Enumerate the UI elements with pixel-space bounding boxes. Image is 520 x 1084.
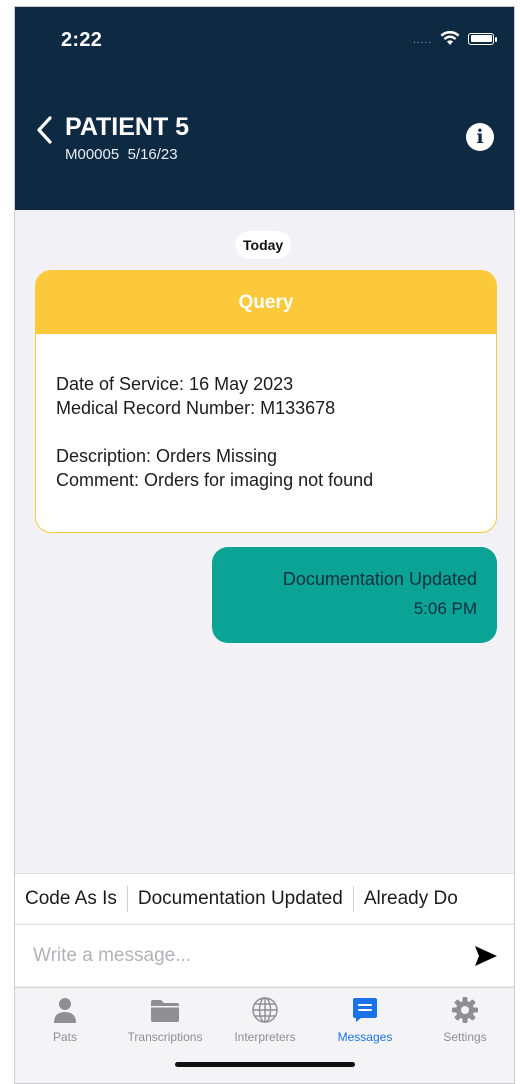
date-of-service: Date of Service: 16 May 2023: [56, 374, 294, 394]
patient-meta: M00005 5/16/23: [65, 146, 178, 163]
tab-label: Transcriptions: [127, 1030, 203, 1044]
conversation-header: 2:22 ..... PATIENT 5 M00005 5/16/23 i: [15, 7, 514, 210]
gear-icon: [452, 997, 478, 1023]
send-icon[interactable]: [474, 945, 498, 967]
tab-settings[interactable]: Settings: [415, 996, 514, 1044]
quick-reply-code-as-is[interactable]: Code As Is: [15, 885, 128, 912]
quick-reply-documentation-updated[interactable]: Documentation Updated: [128, 885, 354, 912]
person-icon: [54, 998, 76, 1023]
home-indicator: [175, 1062, 355, 1067]
quick-replies: Code As Is Documentation Updated Already…: [15, 873, 514, 923]
phone-screen: 2:22 ..... PATIENT 5 M00005 5/16/23 i To…: [14, 6, 515, 1084]
back-chevron-icon[interactable]: [35, 115, 55, 145]
tab-transcriptions[interactable]: Transcriptions: [115, 996, 215, 1044]
status-time: 2:22: [61, 29, 103, 51]
query-comment: Comment: Orders for imaging not found: [56, 470, 374, 490]
day-divider: Today: [235, 231, 292, 259]
tab-pats[interactable]: Pats: [15, 996, 115, 1044]
query-description: Description: Orders Missing: [56, 446, 278, 466]
query-card: Query Date of Service: 16 May 2023 Medic…: [35, 270, 497, 533]
tab-label: Pats: [52, 1030, 77, 1044]
message-input[interactable]: [33, 939, 453, 973]
quick-reply-already-documented[interactable]: Already Do: [354, 886, 468, 912]
tab-label: Interpreters: [234, 1030, 296, 1044]
wifi-icon: [440, 31, 460, 45]
tab-bar: Pats Transcriptions Interpreters Message…: [15, 987, 514, 1083]
tab-label: Settings: [443, 1030, 487, 1044]
query-card-title: Query: [36, 271, 496, 334]
patient-id: M00005: [65, 146, 120, 163]
query-card-body: Date of Service: 16 May 2023 Medical Rec…: [36, 334, 496, 492]
battery-icon: [468, 32, 497, 45]
message-time: 5:06 PM: [413, 599, 477, 618]
medical-record-number: Medical Record Number: M133678: [56, 398, 336, 418]
patient-name: PATIENT 5: [65, 113, 190, 141]
tab-messages[interactable]: Messages: [315, 996, 415, 1044]
info-icon[interactable]: i: [466, 123, 494, 151]
status-indicators: .....: [413, 31, 497, 46]
message-text: Documentation Updated: [282, 569, 477, 589]
tab-label: Messages: [337, 1030, 393, 1044]
folder-icon: [151, 1000, 179, 1022]
globe-icon: [252, 997, 278, 1023]
message-icon: [353, 998, 377, 1022]
compose-bar: [15, 924, 514, 986]
outgoing-message-bubble: Documentation Updated 5:06 PM: [212, 547, 497, 643]
tab-interpreters[interactable]: Interpreters: [215, 996, 315, 1044]
visit-date: 5/16/23: [127, 146, 178, 163]
signal-icon: .....: [413, 35, 432, 46]
